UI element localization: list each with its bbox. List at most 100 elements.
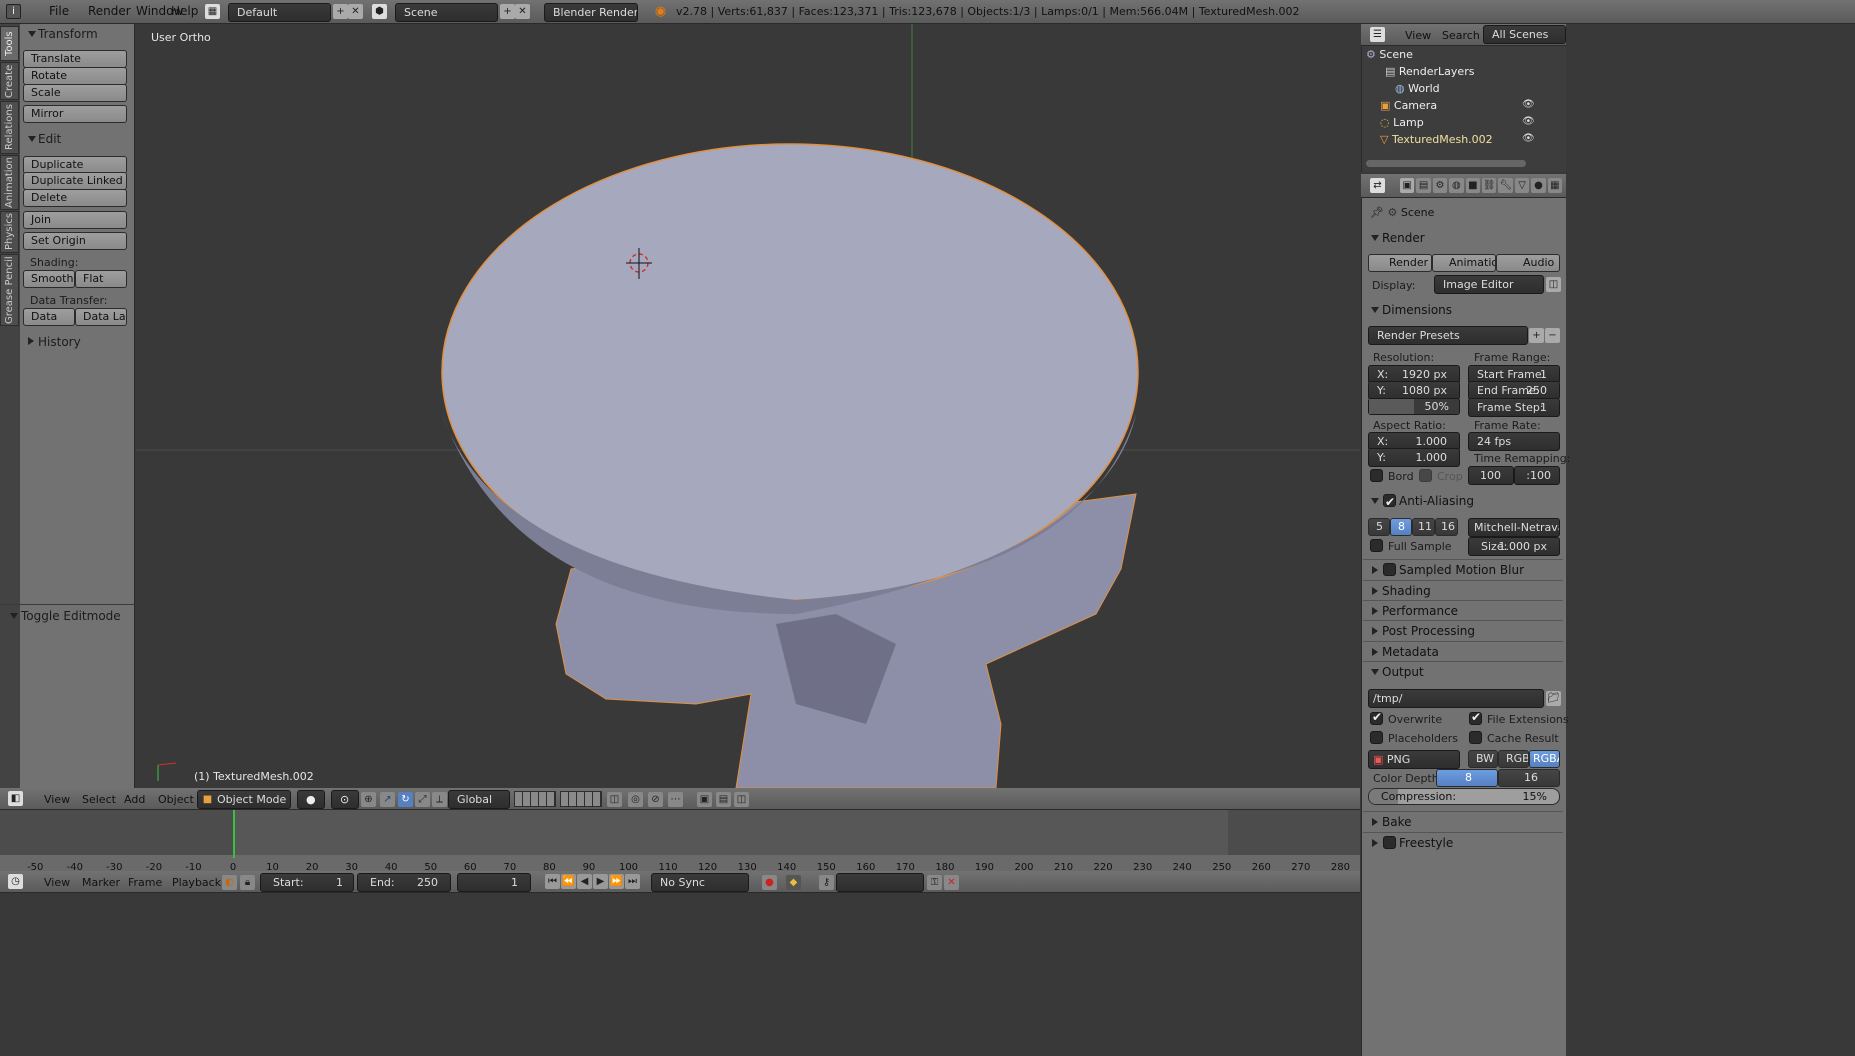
info-editor-icon[interactable]: i — [6, 4, 21, 19]
outliner-item-texturedmesh[interactable]: ▽ TexturedMesh.002 — [1380, 133, 1493, 146]
remove-preset-icon[interactable]: − — [1545, 328, 1560, 343]
resolution-percent-slider[interactable]: 50% — [1368, 398, 1460, 415]
mirror-button[interactable]: Mirror — [23, 105, 127, 123]
remove-layout-icon[interactable]: ✕ — [348, 4, 363, 19]
layers-group-1[interactable] — [514, 791, 556, 807]
translate-button[interactable]: Translate — [23, 50, 127, 68]
data-layout-button[interactable]: Data Layo — [75, 308, 127, 326]
metadata-panel-header[interactable]: Metadata — [1363, 642, 1549, 662]
pivot-select[interactable]: ⊙ — [331, 790, 359, 809]
transform-panel-header[interactable]: Transform — [22, 25, 132, 43]
outliner-editor-icon[interactable]: ☰ — [1370, 27, 1385, 42]
playhead[interactable] — [233, 810, 235, 858]
insert-keyframe-icon[interactable]: ⚿ — [927, 875, 942, 890]
render-animation-icon[interactable]: ▤ — [716, 792, 731, 807]
join-button[interactable]: Join — [23, 211, 127, 229]
sync-mode-select[interactable]: No Sync — [651, 873, 749, 892]
scene-context-icon[interactable]: ⚙︎ — [1432, 178, 1448, 193]
add-preset-icon[interactable]: + — [1529, 328, 1544, 343]
proportional-edit-icon[interactable]: ◎ — [628, 792, 643, 807]
renderlayer-context-icon[interactable]: ▤ — [1416, 178, 1431, 193]
viewport-3d[interactable]: User Ortho (1) TexturedMesh.002 — [136, 24, 1360, 788]
border-checkbox[interactable] — [1370, 469, 1383, 482]
modifiers-context-icon[interactable]: 🔧︎ — [1498, 178, 1513, 193]
window-icon[interactable]: ◫ — [1546, 277, 1561, 292]
normal-icon[interactable]: ⟂ — [432, 792, 447, 807]
layout-selector[interactable]: Default — [228, 3, 331, 22]
visibility-eye-icon[interactable]: 👁︎ — [1522, 116, 1535, 127]
set-origin-select[interactable]: Set Origin — [23, 232, 127, 250]
aa-samples-11[interactable]: 11 — [1412, 518, 1435, 536]
keying-set-icon[interactable]: ◆ — [786, 875, 801, 890]
flat-button[interactable]: Flat — [75, 270, 127, 288]
start-frame-field[interactable]: Start: 1 — [260, 873, 354, 892]
properties-editor-icon[interactable]: ⇄ — [1370, 178, 1385, 193]
tab-physics[interactable]: Physics — [0, 211, 19, 253]
display-select[interactable]: Image Editor — [1434, 275, 1544, 294]
remove-scene-icon[interactable]: ✕ — [515, 4, 530, 19]
keying-set-field[interactable] — [836, 873, 924, 892]
compression-slider[interactable]: Compression: 15% — [1368, 788, 1560, 805]
output-path-field[interactable]: /tmp/ — [1368, 689, 1544, 708]
snap-icon[interactable]: ⊘ — [648, 792, 663, 807]
viewport-menu-add[interactable]: Add — [124, 793, 145, 806]
aspect-y-field[interactable]: Y: 1.000 — [1368, 448, 1460, 467]
depth-8-button[interactable]: 8 — [1436, 769, 1498, 787]
data-context-icon[interactable]: ▽ — [1514, 178, 1530, 193]
frame-rate-select[interactable]: 24 fps — [1468, 432, 1560, 451]
outliner-item-camera[interactable]: ▣ Camera — [1380, 99, 1437, 112]
add-layout-icon[interactable]: + — [333, 4, 348, 19]
render-preview-icon[interactable]: ◫ — [734, 792, 749, 807]
viewport-menu-object[interactable]: Object — [158, 793, 194, 806]
layout-grid-icon[interactable]: ▦ — [205, 4, 220, 19]
next-keyframe-icon[interactable]: ⏩ — [609, 874, 624, 889]
jump-start-icon[interactable]: ⏮ — [545, 874, 560, 889]
freestyle-checkbox[interactable] — [1383, 836, 1396, 849]
post-processing-panel-header[interactable]: Post Processing — [1363, 621, 1549, 641]
translate-manipulator-icon[interactable]: ↗ — [380, 792, 395, 807]
manipulator-toggle-icon[interactable]: ⊕ — [361, 792, 376, 807]
world-context-icon[interactable]: ◍ — [1449, 178, 1464, 193]
jump-end-icon[interactable]: ⏭ — [625, 874, 640, 889]
color-rgba-button[interactable]: RGBA — [1529, 750, 1560, 768]
smooth-button[interactable]: Smooth — [23, 270, 75, 288]
output-panel-header[interactable]: Output — [1363, 662, 1549, 682]
render-panel-header[interactable]: Render — [1363, 228, 1549, 248]
file-extensions-checkbox[interactable] — [1469, 710, 1482, 725]
crop-checkbox[interactable] — [1419, 469, 1432, 482]
viewport-menu-select[interactable]: Select — [82, 793, 116, 806]
data-transfer-button[interactable]: Data — [23, 308, 75, 326]
timeline-menu-view[interactable]: View — [44, 876, 70, 889]
frame-step-prop[interactable]: Frame Step: 1 — [1468, 398, 1560, 417]
visibility-eye-icon[interactable]: 👁︎ — [1522, 133, 1535, 144]
rotate-manipulator-icon[interactable]: ↻ — [398, 792, 413, 807]
timeline-menu-playback[interactable]: Playback — [172, 876, 221, 889]
delete-button[interactable]: Delete — [23, 189, 127, 207]
tab-tools[interactable]: Tools — [0, 26, 19, 61]
end-frame-field[interactable]: End: 250 — [357, 873, 451, 892]
scene-selector[interactable]: Scene — [395, 3, 498, 22]
anti-aliasing-panel-header[interactable]: Anti-Aliasing — [1363, 491, 1549, 512]
cache-result-checkbox[interactable] — [1469, 731, 1482, 744]
edit-panel-header[interactable]: Edit — [22, 130, 132, 148]
outliner-menu-view[interactable]: View — [1405, 29, 1431, 42]
menu-help[interactable]: Help — [171, 4, 198, 18]
lock-layers-icon[interactable]: ◫ — [607, 792, 622, 807]
viewport-menu-view[interactable]: View — [44, 793, 70, 806]
render-button[interactable]: Render — [1368, 254, 1432, 272]
visibility-eye-icon[interactable]: 👁︎ — [1522, 99, 1535, 110]
outliner-scrollbar[interactable] — [1366, 160, 1526, 167]
scale-button[interactable]: Scale — [23, 84, 127, 102]
scene-icon[interactable]: ⬢ — [372, 4, 387, 19]
freestyle-panel-header[interactable]: Freestyle — [1363, 833, 1549, 853]
tab-grease-pencil[interactable]: Grease Pencil — [0, 254, 19, 326]
aa-samples-5[interactable]: 5 — [1368, 518, 1390, 536]
keyframe-type-icon[interactable]: ⚷ — [819, 875, 834, 890]
color-rgb-button[interactable]: RGB — [1498, 750, 1529, 768]
folder-icon[interactable]: 📁︎ — [1546, 691, 1561, 706]
aa-samples-8[interactable]: 8 — [1390, 518, 1412, 536]
bake-panel-header[interactable]: Bake — [1363, 812, 1549, 832]
full-sample-checkbox[interactable] — [1370, 539, 1383, 552]
shading-panel-header[interactable]: Shading — [1363, 581, 1549, 601]
play-reverse-icon[interactable]: ◀ — [577, 874, 592, 889]
